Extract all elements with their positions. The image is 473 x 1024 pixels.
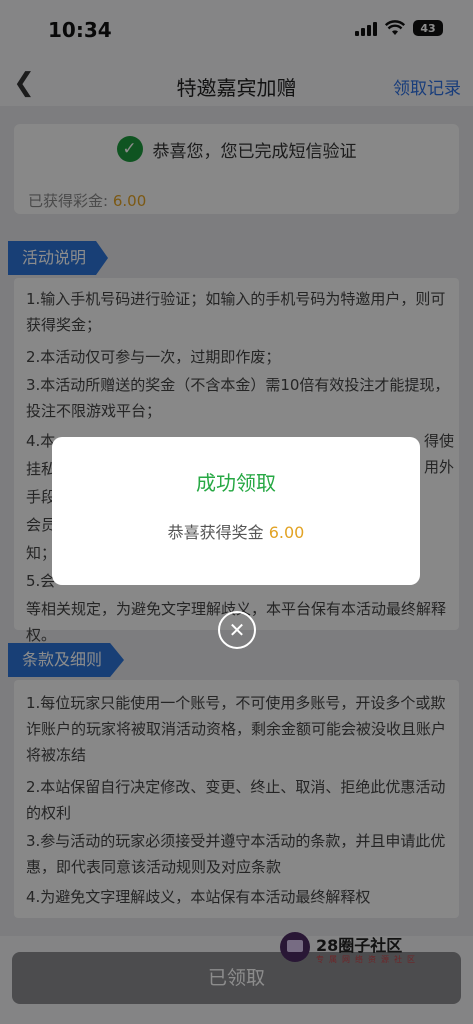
modal-title: 成功领取 [196, 471, 276, 495]
close-circle-icon[interactable]: ✕ [218, 611, 256, 649]
success-modal: 成功领取 恭喜获得奖金 6.00 [52, 437, 420, 585]
modal-message: 恭喜获得奖金 [167, 523, 264, 542]
modal-amount: 6.00 [268, 523, 305, 542]
modal-text: 恭喜获得奖金 6.00 [52, 519, 420, 543]
